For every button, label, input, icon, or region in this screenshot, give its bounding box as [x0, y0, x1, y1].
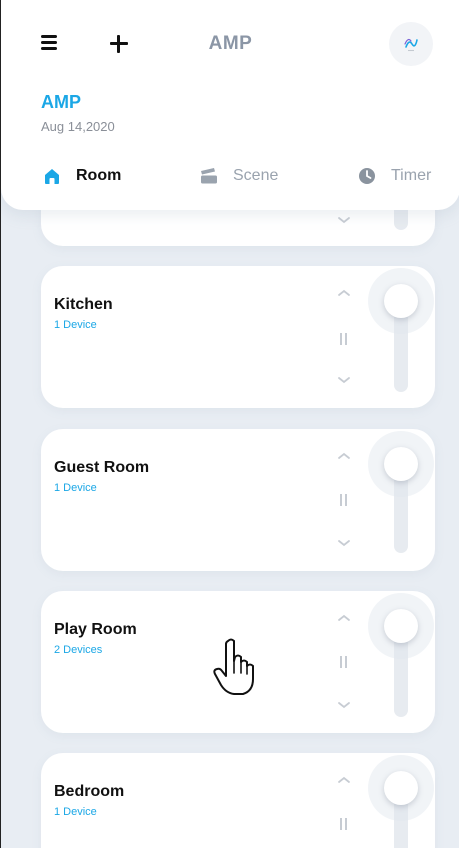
dimmer-knob[interactable] — [384, 771, 418, 805]
pause-icon[interactable] — [340, 656, 348, 668]
dimmer-knob[interactable] — [384, 609, 418, 643]
chevron-up-icon[interactable] — [337, 288, 351, 298]
amp-logo-button[interactable] — [389, 22, 433, 66]
home-icon — [45, 169, 59, 184]
scene-icon — [201, 168, 217, 184]
room-name: Bedroom — [54, 783, 125, 800]
home-name: AMP — [41, 92, 81, 112]
amp-logo-icon — [404, 38, 418, 52]
chevron-down-icon[interactable] — [337, 700, 351, 710]
device-count: 1 Device — [54, 806, 97, 818]
chevron-up-icon[interactable] — [337, 451, 351, 461]
device-count: 2 Devices — [54, 644, 103, 656]
room-name: Play Room — [54, 621, 137, 638]
dimmer-knob[interactable] — [384, 447, 418, 481]
app-header: AMP AMP Aug 14,2020 Room Scene Timer — [1, 0, 459, 210]
pause-icon[interactable] — [340, 818, 348, 830]
home-date: Aug 14,2020 — [41, 119, 115, 134]
room-card-kitchen[interactable]: Kitchen 1 Device — [41, 266, 435, 408]
room-card-guest-room[interactable]: Guest Room 1 Device — [41, 429, 435, 571]
pause-icon[interactable] — [340, 333, 348, 345]
tab-label: Timer — [391, 167, 432, 184]
chevron-up-icon[interactable] — [337, 775, 351, 785]
top-bar: AMP — [1, 20, 459, 70]
hand-pointer-icon — [213, 638, 254, 695]
chevron-up-icon[interactable] — [337, 613, 351, 623]
tab-label: Room — [76, 167, 122, 184]
room-name: Guest Room — [54, 459, 150, 476]
tab-timer[interactable]: Timer — [357, 163, 431, 189]
device-count: 1 Device — [54, 482, 97, 494]
room-card-bedroom[interactable]: Bedroom 1 Device — [41, 753, 435, 848]
tab-room[interactable]: Room — [42, 163, 121, 189]
tab-bar: Room Scene Timer — [1, 163, 459, 189]
pause-icon[interactable] — [340, 494, 348, 506]
app-frame: Kitchen 1 Device Guest Room 1 Device Pla… — [0, 0, 459, 848]
tab-label: Scene — [233, 167, 279, 184]
tab-scene[interactable]: Scene — [199, 163, 278, 189]
device-count: 1 Device — [54, 319, 97, 331]
clock-icon — [359, 168, 375, 184]
chevron-down-icon[interactable] — [337, 538, 351, 548]
chevron-down-icon[interactable] — [337, 215, 351, 225]
room-name: Kitchen — [54, 296, 113, 313]
dimmer-knob[interactable] — [384, 284, 418, 318]
chevron-down-icon[interactable] — [337, 375, 351, 385]
